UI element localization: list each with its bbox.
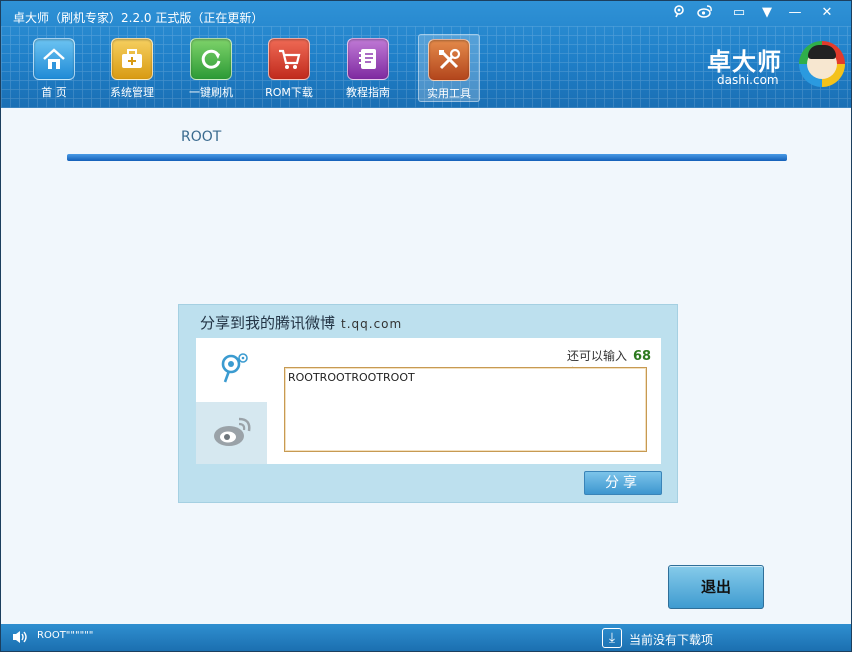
dropdown-button[interactable]: ▼	[753, 4, 781, 21]
share-domain: t.qq.com	[341, 317, 403, 331]
logo-mascot-icon	[799, 41, 845, 87]
nav-tools[interactable]: 实用工具	[418, 34, 480, 102]
title-bar: 卓大师（刷机专家）2.2.0 正式版（正在更新） ▭ ▼ — ✕ 首 页 系统管…	[1, 1, 851, 108]
nav-system-manage-label: 系统管理	[110, 86, 154, 99]
progress-bar-fill	[67, 154, 787, 161]
close-icon: ✕	[821, 5, 833, 20]
menu-icon: ▭	[732, 5, 746, 20]
nav-system-manage[interactable]: 系统管理	[102, 34, 162, 100]
home-icon	[33, 38, 75, 80]
menu-button[interactable]: ▭	[725, 4, 753, 21]
toolbox-icon	[111, 38, 153, 80]
nav-one-click-flash-label: 一键刷机	[189, 86, 233, 99]
nav-home[interactable]: 首 页	[24, 34, 84, 100]
marquee-text: ROOT""""""	[37, 630, 94, 641]
share-tab-sina[interactable]	[196, 402, 267, 464]
step-middle-label: ROOT	[181, 129, 222, 145]
main-content: ROOT 分享到我的腾讯微博 t.qq.com 还可以输入 68 ROOTROO…	[1, 108, 851, 624]
nav-tools-label: 实用工具	[427, 87, 471, 100]
refresh-icon	[190, 38, 232, 80]
nav-rom-download[interactable]: ROM下载	[259, 34, 319, 100]
minimize-button[interactable]: —	[781, 4, 809, 21]
nav-tutorial-label: 教程指南	[346, 86, 390, 99]
progress-bar	[67, 154, 787, 161]
nav-home-label: 首 页	[41, 86, 67, 99]
sina-weibo-icon	[209, 413, 255, 453]
notebook-icon	[347, 38, 389, 80]
minimize-icon: —	[788, 5, 802, 20]
speaker-icon[interactable]	[11, 629, 29, 649]
cart-icon	[268, 38, 310, 80]
nav-one-click-flash[interactable]: 一键刷机	[181, 34, 241, 100]
download-icon[interactable]: ⤓	[602, 628, 622, 648]
share-title-text: 分享到我的腾讯微博	[200, 314, 336, 332]
tencent-weibo-icon	[212, 350, 252, 390]
tencent-weibo-icon[interactable]	[669, 4, 689, 22]
share-textarea[interactable]: ROOTROOTROOTROOT	[284, 367, 647, 452]
exit-button[interactable]: 退出	[668, 565, 764, 609]
sina-weibo-icon[interactable]	[695, 4, 715, 22]
app-window: 卓大师（刷机专家）2.2.0 正式版（正在更新） ▭ ▼ — ✕ 首 页 系统管…	[0, 0, 852, 652]
share-title: 分享到我的腾讯微博 t.qq.com	[200, 312, 402, 333]
share-panel: 分享到我的腾讯微博t.qq.com 还可以输入68字 ROOTROOTROOTR…	[178, 304, 678, 503]
share-body: 还可以输入68字 ROOTROOTROOTROOT	[196, 338, 661, 464]
char-remaining-prefix: 还可以输入	[567, 349, 628, 363]
dropdown-icon: ▼	[762, 5, 772, 20]
status-bar: ROOT"""""" ⤓ 当前没有下载项	[1, 624, 851, 651]
window-title: 卓大师（刷机专家）2.2.0 正式版（正在更新）	[13, 11, 264, 25]
logo-domain: dashi.com	[717, 73, 779, 87]
nav-rom-download-label: ROM下载	[265, 86, 313, 99]
tools-icon	[428, 39, 470, 81]
share-button[interactable]: 分享	[584, 471, 662, 495]
nav-tutorial[interactable]: 教程指南	[338, 34, 398, 100]
char-remaining-count: 68	[633, 349, 652, 364]
download-status: 当前没有下载项	[629, 633, 714, 647]
close-button[interactable]: ✕	[807, 4, 847, 21]
share-tab-tencent[interactable]	[196, 338, 267, 402]
logo-name: 卓大师	[707, 48, 782, 76]
